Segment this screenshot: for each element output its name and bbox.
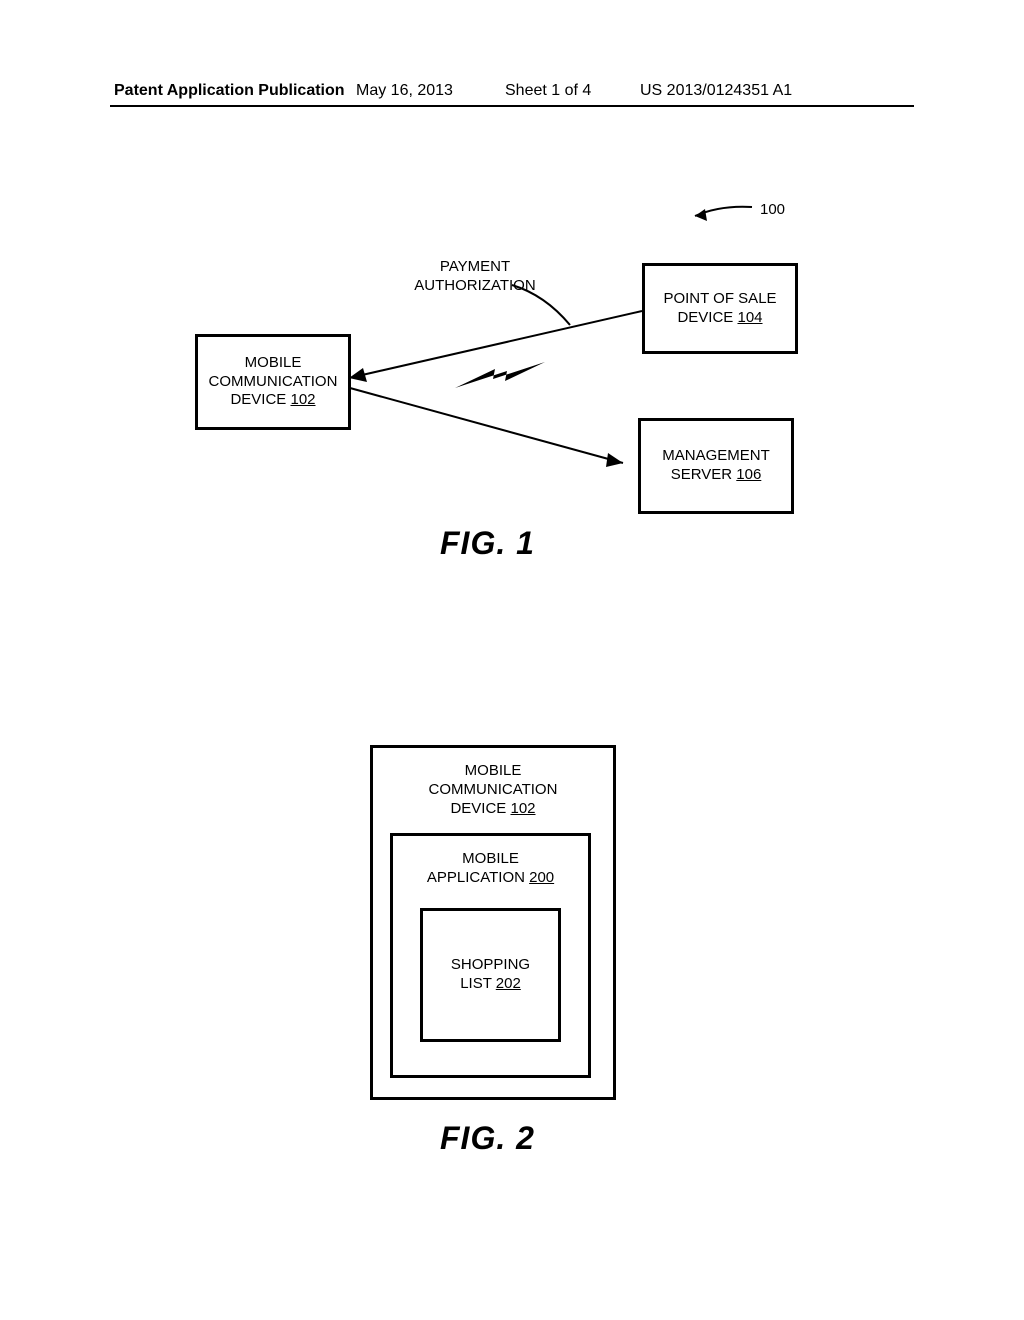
header-pubno: US 2013/0124351 A1 [640, 82, 792, 100]
fig1-pa-line1: PAYMENT [440, 258, 510, 275]
fig2-dev-line3-text: DEVICE [450, 800, 510, 817]
fig2-app-line2-text: APPLICATION [427, 869, 529, 886]
fig2-dev-ref: 102 [510, 800, 535, 817]
fig1-mobile-device-box: MOBILE COMMUNICATION DEVICE 102 [195, 334, 351, 430]
fig2-list-ref: 202 [496, 975, 521, 992]
fig1-mobile-line3-text: DEVICE [230, 391, 290, 408]
fig2-list-line2-text: LIST [460, 975, 496, 992]
fig2-dev-line3: DEVICE 102 [450, 800, 535, 819]
fig1-mobile-line2: COMMUNICATION [209, 373, 338, 392]
fig1-payment-auth-label: PAYMENT AUTHORIZATION [395, 258, 555, 296]
fig1-mobile-line1: MOBILE [245, 354, 302, 373]
fig1-system-ref: 100 [760, 201, 785, 220]
fig1-pos-ref: 104 [737, 309, 762, 326]
fig2-app-ref: 200 [529, 869, 554, 886]
fig1-mobile-ref: 102 [290, 391, 315, 408]
fig2-app-line2: APPLICATION 200 [427, 869, 554, 888]
fig1-mgmt-line1: MANAGEMENT [662, 447, 770, 466]
fig1-pa-line2: AUTHORIZATION [414, 277, 535, 294]
fig2-list-line1: SHOPPING [451, 956, 530, 975]
page: Patent Application Publication May 16, 2… [0, 0, 1024, 1320]
fig2-caption: FIG. 2 [440, 1120, 535, 1157]
header-sheet: Sheet 1 of 4 [505, 82, 591, 100]
header-publication: Patent Application Publication [114, 82, 345, 100]
fig2-list-line2: LIST 202 [460, 975, 521, 994]
fig1-mobile-line3: DEVICE 102 [230, 391, 315, 410]
fig1-pos-box: POINT OF SALE DEVICE 104 [642, 263, 798, 354]
fig1-mgmt-line2-text: SERVER [671, 466, 737, 483]
fig1-pos-line1: POINT OF SALE [663, 290, 776, 309]
header-rule [110, 105, 914, 107]
fig2-app-line1: MOBILE [462, 850, 519, 869]
fig1-mgmt-ref: 106 [736, 466, 761, 483]
fig2-list-box: SHOPPING LIST 202 [420, 908, 561, 1042]
fig1-mgmt-line2: SERVER 106 [671, 466, 762, 485]
fig1-pos-line2-text: DEVICE [677, 309, 737, 326]
fig1-mgmt-box: MANAGEMENT SERVER 106 [638, 418, 794, 514]
fig1-pos-line2: DEVICE 104 [677, 309, 762, 328]
header-date: May 16, 2013 [356, 82, 453, 100]
fig1-caption: FIG. 1 [440, 525, 535, 562]
fig2-dev-line1: MOBILE [465, 762, 522, 781]
fig2-dev-line2: COMMUNICATION [429, 781, 558, 800]
